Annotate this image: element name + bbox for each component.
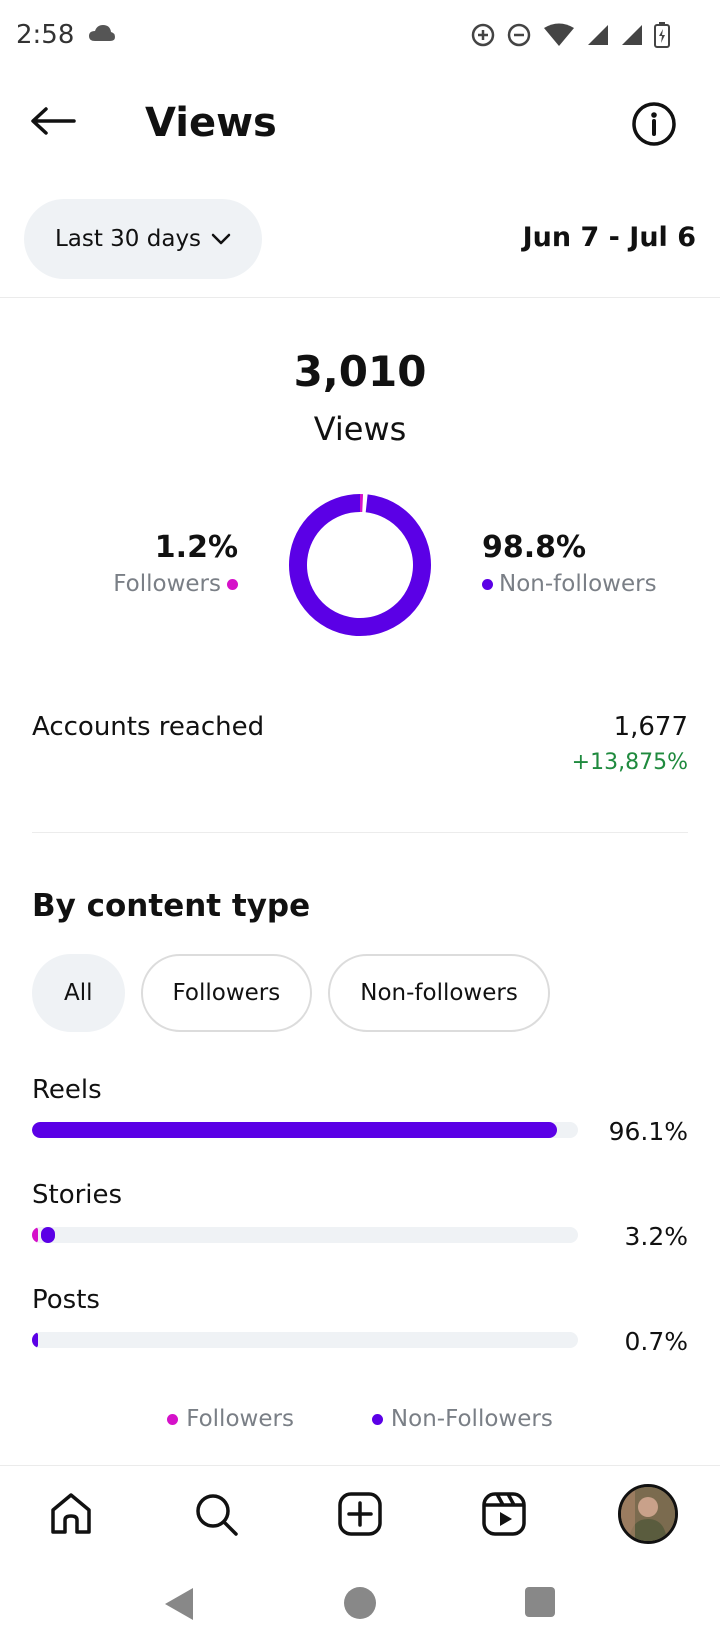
legend-followers-label: Followers	[186, 1406, 294, 1432]
wifi-icon	[542, 23, 576, 52]
status-time: 2:58	[16, 20, 75, 50]
content-type-bar	[32, 1332, 578, 1348]
status-bar: 2:58	[0, 0, 720, 72]
date-range-label: Last 30 days	[54, 226, 202, 252]
content-type-bar	[32, 1122, 578, 1138]
search-icon[interactable]	[188, 1486, 244, 1542]
content-type-bar	[32, 1227, 578, 1243]
bottom-navigation	[0, 1465, 720, 1561]
system-home-icon[interactable]	[343, 1586, 377, 1625]
followers-pct: 1.2%	[154, 530, 238, 565]
content-type-pct: 96.1%	[608, 1117, 688, 1146]
legend-followers: Followers	[167, 1406, 294, 1432]
accounts-reached-label: Accounts reached	[32, 712, 265, 742]
filter-chip-followers[interactable]: Followers	[140, 954, 313, 1032]
back-arrow-icon[interactable]	[30, 106, 80, 146]
bar-segment-non-followers	[41, 1227, 56, 1243]
content-type-title: By content type	[32, 888, 311, 924]
system-back-icon[interactable]	[163, 1586, 195, 1627]
content-type-row-stories: Stories 3.2%	[32, 1180, 688, 1270]
home-icon[interactable]	[43, 1486, 99, 1542]
divider	[0, 297, 720, 298]
total-views-label: Views	[313, 410, 407, 448]
date-range-dropdown[interactable]: Last 30 days	[24, 199, 262, 279]
accounts-reached-value: 1,677	[613, 712, 688, 742]
signal-icon	[586, 23, 610, 52]
date-range-text: Jun 7 - Jul 6	[522, 222, 696, 253]
followers-legend: Followers	[113, 571, 238, 597]
divider	[32, 832, 688, 833]
audience-donut-chart	[289, 494, 431, 636]
legend-non-followers-dot	[371, 1413, 383, 1425]
followers-dot	[227, 578, 238, 590]
content-type-pct: 3.2%	[624, 1222, 688, 1251]
content-type-label: Reels	[32, 1075, 102, 1105]
bar-segment-followers	[32, 1227, 38, 1243]
accounts-reached-row[interactable]: Accounts reached 1,677 +13,875%	[32, 712, 688, 792]
legend-followers-dot	[167, 1413, 179, 1425]
data-saver-icon	[470, 22, 496, 53]
do-not-disturb-icon	[506, 22, 532, 53]
legend-non-followers: Non-Followers	[371, 1406, 553, 1432]
content-type-row-reels: Reels 96.1%	[32, 1075, 688, 1165]
cloud-icon	[88, 24, 116, 47]
content-type-label: Posts	[32, 1285, 100, 1315]
followers-label: Followers	[113, 571, 221, 597]
bar-segment-non-followers	[32, 1332, 38, 1348]
content-type-legend: Followers Non-Followers	[0, 1406, 720, 1432]
system-navigation-bar	[0, 1561, 720, 1650]
legend-non-followers-label: Non-Followers	[390, 1406, 553, 1432]
total-views-value: 3,010	[293, 347, 427, 396]
reels-icon[interactable]	[476, 1486, 532, 1542]
chevron-down-icon	[211, 225, 231, 253]
non-followers-pct: 98.8%	[482, 530, 587, 565]
non-followers-legend: Non-followers	[482, 571, 657, 597]
page-title: Views	[145, 100, 277, 146]
followers-share: 1.2% Followers	[113, 530, 238, 597]
info-icon[interactable]	[630, 100, 678, 148]
create-post-icon[interactable]	[332, 1486, 388, 1542]
non-followers-dot	[482, 578, 493, 590]
filter-chip-all[interactable]: All	[32, 954, 125, 1032]
content-type-pct: 0.7%	[624, 1327, 688, 1356]
bar-segment-non-followers	[32, 1122, 557, 1138]
status-icons	[470, 22, 670, 53]
non-followers-label: Non-followers	[499, 571, 657, 597]
content-type-row-posts: Posts 0.7%	[32, 1285, 688, 1375]
system-recents-icon[interactable]	[524, 1586, 556, 1623]
content-type-label: Stories	[32, 1180, 123, 1210]
battery-icon	[654, 22, 670, 53]
donut-non-followers-arc	[289, 494, 431, 636]
profile-avatar[interactable]	[618, 1484, 678, 1544]
filter-chip-non-followers[interactable]: Non-followers	[328, 954, 550, 1032]
non-followers-share: 98.8% Non-followers	[482, 530, 657, 597]
signal-icon-2	[620, 23, 644, 52]
accounts-reached-change: +13,875%	[571, 750, 688, 775]
header: Views	[0, 90, 720, 160]
content-type-filters: All Followers Non-followers	[32, 954, 550, 1032]
